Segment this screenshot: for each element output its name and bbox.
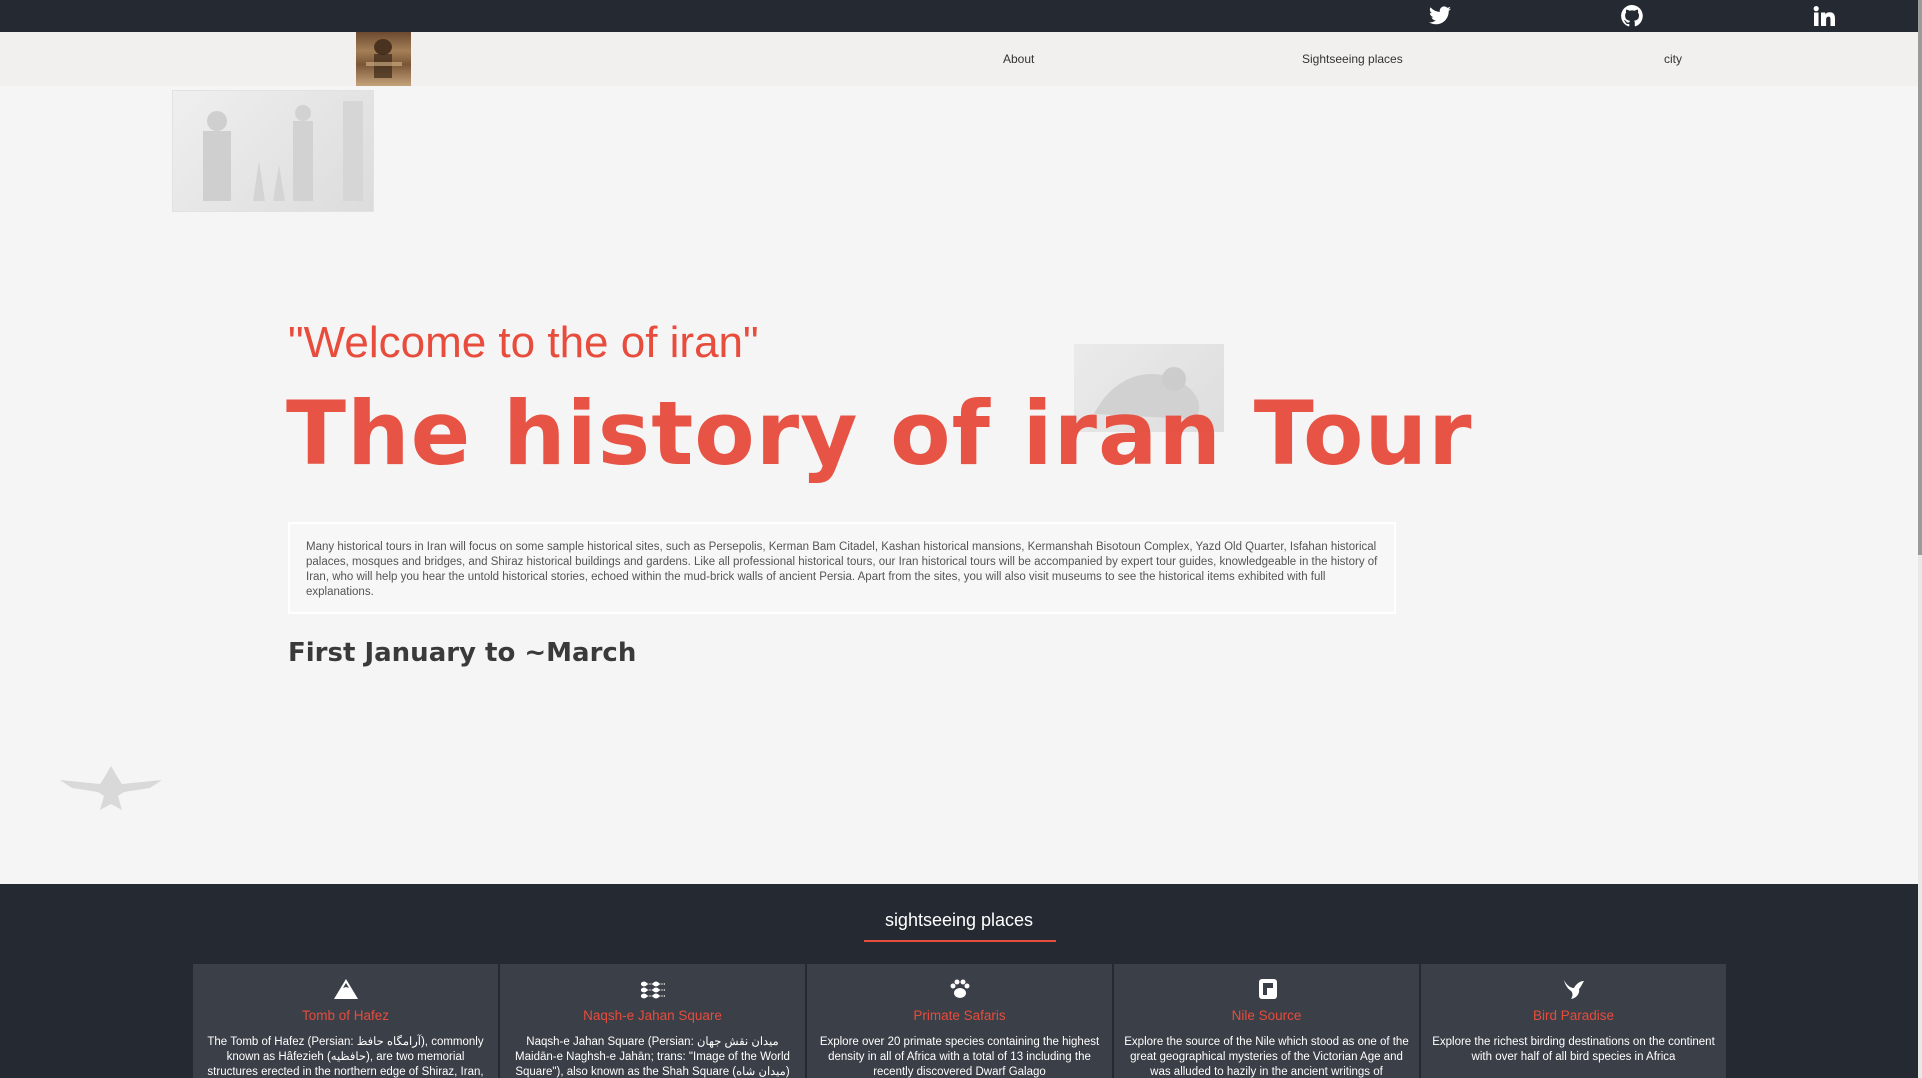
logo[interactable]: [356, 32, 411, 86]
twitter-icon[interactable]: [1428, 4, 1452, 28]
card-title: Naqsh-e Jahan Square: [583, 1008, 722, 1023]
card-title: Primate Safaris: [913, 1008, 1006, 1023]
sightseeing-section: sightseeing places Tomb of Hafez The Tom…: [0, 884, 1918, 1078]
intro-box: Many historical tours in Iran will focus…: [288, 522, 1396, 614]
card-description: The Tomb of Hafez (Persian: آرامگاه حافظ…: [207, 1036, 484, 1078]
bird-icon: [1561, 978, 1587, 1000]
social-bar: [0, 0, 1918, 32]
card-title: Tomb of Hafez: [301, 1008, 390, 1023]
intro-text: Many historical tours in Iran will focus…: [306, 541, 1378, 598]
card-description: Explore the source of the Nile which sto…: [1124, 1036, 1409, 1078]
flag-icon: [1254, 978, 1280, 1000]
card-bird-paradise[interactable]: Bird Paradise Explore the richest birdin…: [1421, 964, 1726, 1078]
welcome-text: "Welcome to the of iran": [288, 318, 759, 367]
card-naqsh-e-jahan-square[interactable]: Naqsh-e Jahan Square Naqsh-e Jahan Squar…: [500, 964, 805, 1078]
card-title: Bird Paradise: [1532, 1008, 1615, 1023]
nav-link-about[interactable]: About: [1003, 52, 1034, 66]
main-nav: About Sightseeing places city: [0, 32, 1918, 86]
card-description: Explore the richest birding destinations…: [1432, 1036, 1715, 1063]
card-primate-safaris[interactable]: Primate Safaris Explore over 20 primate …: [807, 964, 1112, 1078]
github-icon[interactable]: [1620, 4, 1644, 28]
sightseeing-cards: Tomb of Hafez The Tomb of Hafez (Persian…: [193, 964, 1728, 1078]
nav-link-city[interactable]: city: [1664, 52, 1682, 66]
page-title: The history of iran Tour: [286, 382, 1473, 485]
card-tomb-of-hafez[interactable]: Tomb of Hafez The Tomb of Hafez (Persian…: [193, 964, 498, 1078]
faravahar-icon: [60, 762, 162, 812]
paw-icon: [947, 978, 973, 1000]
section-underline: [864, 940, 1056, 942]
linkedin-icon[interactable]: [1812, 4, 1836, 28]
card-nile-source[interactable]: Nile Source Explore the source of the Ni…: [1114, 964, 1419, 1078]
mountain-icon: [333, 978, 359, 1000]
tour-dates: First January to ~March: [288, 638, 637, 668]
scrollbar-thumb[interactable]: [1918, 0, 1922, 555]
waves-icon: [640, 978, 666, 1000]
persian-relief-image: [172, 90, 374, 212]
card-description: Explore over 20 primate species containi…: [819, 1036, 1100, 1078]
card-description: Naqsh-e Jahan Square (Persian: میدان نقش…: [515, 1036, 790, 1078]
nav-link-sightseeing-places[interactable]: Sightseeing places: [1302, 52, 1403, 66]
section-title: sightseeing places: [884, 910, 1034, 930]
card-title: Nile Source: [1231, 1008, 1302, 1023]
